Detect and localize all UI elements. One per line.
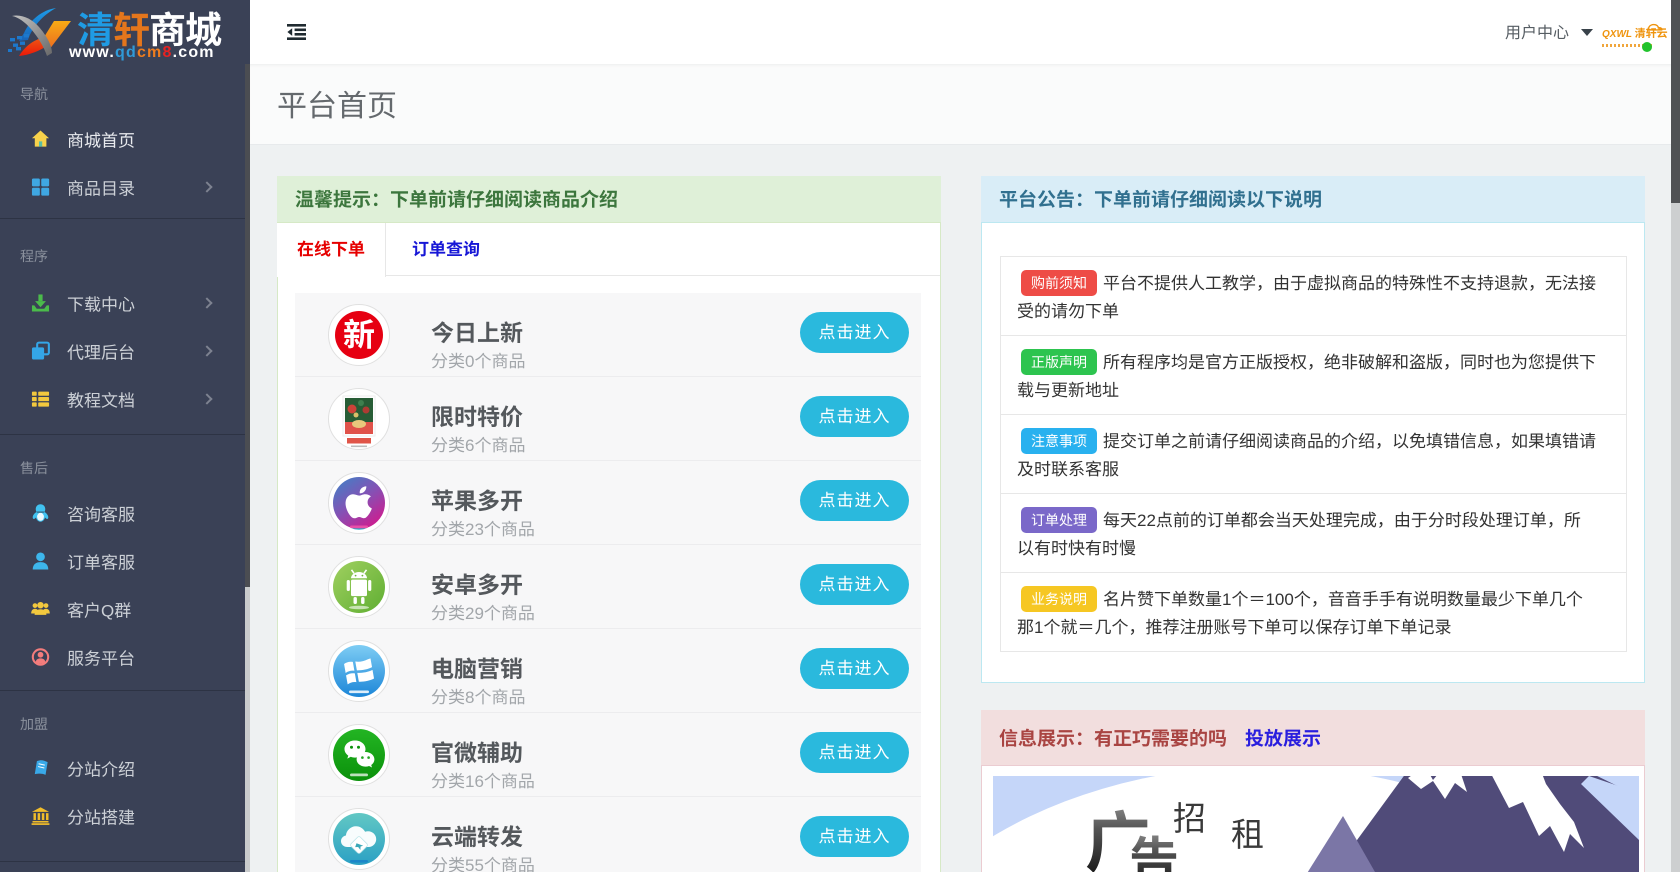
svg-text:招: 招 bbox=[1173, 792, 1206, 840]
svg-text:租: 租 bbox=[1231, 808, 1264, 856]
svg-text:新: 新 bbox=[343, 310, 375, 356]
svg-text:告: 告 bbox=[1129, 821, 1179, 872]
